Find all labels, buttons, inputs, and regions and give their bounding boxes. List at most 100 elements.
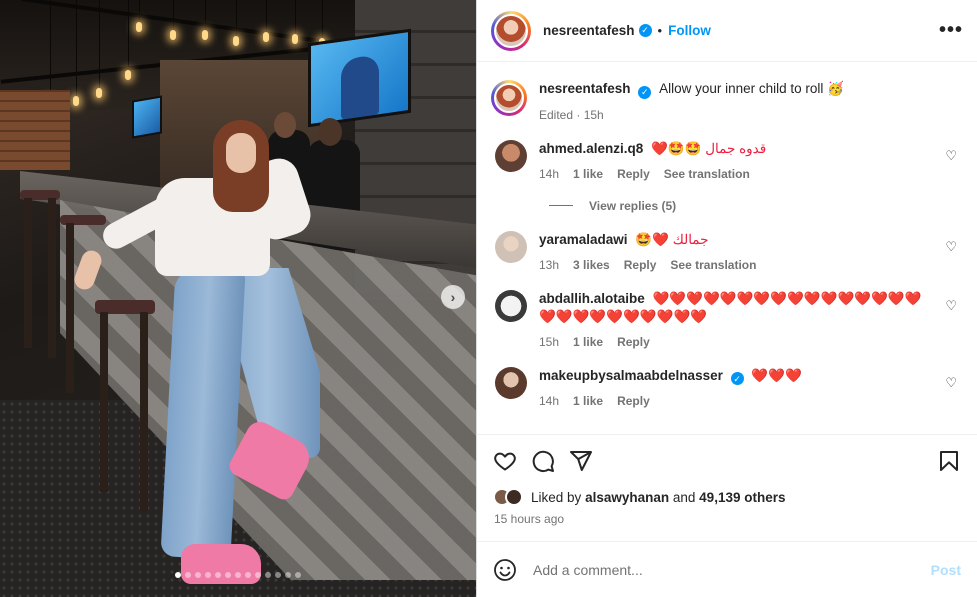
- comment-heart-icon[interactable]: ♡: [945, 148, 957, 164]
- carousel-dot[interactable]: [205, 572, 211, 578]
- comment-like-count[interactable]: 3 likes: [573, 258, 610, 272]
- see-translation-link[interactable]: See translation: [670, 258, 756, 272]
- string-bulb: [96, 88, 102, 98]
- comment-bubble-icon[interactable]: [531, 449, 555, 473]
- carousel-dot[interactable]: [245, 572, 251, 578]
- comment-item: yaramaladawi 🤩❤️ جمالك 13h 3 likes Reply…: [491, 230, 963, 272]
- liker-avatar[interactable]: [505, 488, 523, 506]
- comment-heart-icon[interactable]: ♡: [945, 298, 957, 314]
- carousel-dot[interactable]: [225, 572, 231, 578]
- liked-by-user[interactable]: alsawyhanan: [585, 490, 669, 505]
- caption-meta: Edited · 15h: [539, 108, 963, 122]
- comment-line: yaramaladawi 🤩❤️ جمالك: [539, 231, 963, 249]
- post-timestamp[interactable]: 15 hours ago: [477, 508, 977, 534]
- post-comment-button[interactable]: Post: [931, 562, 961, 578]
- see-translation-link[interactable]: See translation: [664, 167, 750, 181]
- reply-button[interactable]: Reply: [617, 335, 650, 349]
- carousel-dot[interactable]: [195, 572, 201, 578]
- reply-button[interactable]: Reply: [617, 167, 650, 181]
- caption-avatar-ring[interactable]: [491, 80, 527, 116]
- carousel-dot[interactable]: [215, 572, 221, 578]
- replies-divider-line: [549, 205, 573, 206]
- caption-username[interactable]: nesreentafesh: [539, 81, 631, 96]
- bar-stool-leg: [24, 198, 32, 348]
- comment-line: makeupbysalmaabdelnasser ✓ ❤️❤️❤️: [539, 367, 963, 385]
- string-bulb: [125, 70, 131, 80]
- bulb-wire: [266, 0, 267, 32]
- carousel-dot[interactable]: [175, 572, 181, 578]
- share-send-icon[interactable]: [569, 449, 593, 473]
- chevron-right-icon: ›: [450, 289, 456, 305]
- brick-wall: [0, 90, 70, 170]
- post-photo[interactable]: ›: [0, 0, 476, 597]
- add-comment-input[interactable]: [533, 561, 931, 578]
- bar-stool-leg: [100, 312, 108, 492]
- bar-stool-leg: [48, 198, 56, 358]
- others-like-count[interactable]: 49,139 others: [699, 490, 785, 505]
- commenter-avatar[interactable]: [495, 139, 527, 172]
- carousel-dot[interactable]: [255, 572, 261, 578]
- comment-text: ❤️🤩🤩 قدوه جمال: [651, 140, 767, 156]
- comment-username[interactable]: abdallih.alotaibe: [539, 291, 645, 306]
- bartender-head: [274, 112, 296, 138]
- follow-button[interactable]: Follow: [668, 23, 711, 38]
- carousel-indicator: [0, 572, 476, 578]
- caption-text: Allow your inner child to roll 🥳: [659, 81, 844, 96]
- comment-like-count[interactable]: 1 like: [573, 335, 603, 349]
- comment-body: makeupbysalmaabdelnasser ✓ ❤️❤️❤️ 14h 1 …: [539, 367, 963, 409]
- more-options-icon[interactable]: •••: [939, 19, 963, 42]
- comment-meta: 13h 3 likes Reply See translation: [539, 258, 963, 272]
- bulb-wire: [205, 0, 206, 30]
- commenter-avatar[interactable]: [495, 289, 527, 322]
- view-replies-button[interactable]: View replies (5): [549, 199, 963, 213]
- liker-avatars: [493, 488, 523, 506]
- like-heart-icon[interactable]: [493, 449, 517, 473]
- caption-edited-time: Edited · 15h: [539, 107, 604, 122]
- string-bulb: [170, 30, 176, 40]
- comment-time: 13h: [539, 257, 560, 272]
- likes-summary: Liked by alsawyhanan and 49,139 others: [477, 486, 977, 508]
- comment-username[interactable]: makeupbysalmaabdelnasser: [539, 368, 723, 383]
- reply-button[interactable]: Reply: [624, 258, 657, 272]
- comment-body: ahmed.alenzi.q8 ❤️🤩🤩 قدوه جمال 14h 1 lik…: [539, 140, 963, 181]
- comment-item: makeupbysalmaabdelnasser ✓ ❤️❤️❤️ 14h 1 …: [491, 366, 963, 409]
- bulb-wire: [76, 0, 77, 96]
- carousel-dot[interactable]: [275, 572, 281, 578]
- comments-list[interactable]: nesreentafesh ✓ Allow your inner child t…: [477, 62, 977, 434]
- comment-heart-icon[interactable]: ♡: [945, 375, 957, 391]
- comment-text: ❤️❤️❤️: [751, 367, 802, 383]
- carousel-dot[interactable]: [265, 572, 271, 578]
- bar-stool-leg: [140, 312, 148, 512]
- carousel-dot[interactable]: [235, 572, 241, 578]
- comment-body: abdallih.alotaibe ❤️❤️❤️❤️❤️❤️❤️❤️❤️❤️❤️…: [539, 290, 963, 349]
- comment-heart-icon[interactable]: ♡: [945, 239, 957, 255]
- carousel-dot[interactable]: [295, 572, 301, 578]
- caption-line: nesreentafesh ✓ Allow your inner child t…: [539, 80, 963, 99]
- emoji-icon[interactable]: [493, 558, 517, 582]
- comment-like-count[interactable]: 1 like: [573, 167, 603, 181]
- comment-meta: 14h 1 like Reply: [539, 394, 963, 408]
- bookmark-save-icon[interactable]: [937, 449, 961, 473]
- comment-username[interactable]: ahmed.alenzi.q8: [539, 141, 643, 156]
- wall-tv: [308, 28, 411, 128]
- reply-button[interactable]: Reply: [617, 394, 650, 408]
- carousel-dot[interactable]: [185, 572, 191, 578]
- commenter-avatar[interactable]: [495, 230, 527, 263]
- bulb-wire: [128, 0, 129, 70]
- caption-avatar: [494, 83, 524, 113]
- verified-badge-icon: ✓: [730, 372, 744, 385]
- comment-username[interactable]: yaramaladawi: [539, 232, 628, 247]
- comment-meta: 14h 1 like Reply See translation: [539, 167, 963, 181]
- commenter-avatar[interactable]: [495, 366, 527, 399]
- comment-like-count[interactable]: 1 like: [573, 394, 603, 408]
- bulb-wire: [173, 0, 174, 30]
- carousel-next-button[interactable]: ›: [441, 285, 465, 309]
- author-avatar-ring[interactable]: [491, 10, 531, 51]
- instagram-post-modal: › nesreentafesh ✓ • Follow ••• nesreenta…: [0, 0, 977, 597]
- bar-stool-leg: [66, 223, 74, 393]
- post-caption: nesreentafesh ✓ Allow your inner child t…: [491, 62, 963, 122]
- carousel-dot[interactable]: [285, 572, 291, 578]
- author-username[interactable]: nesreentafesh: [543, 23, 635, 38]
- string-bulb: [202, 30, 208, 40]
- bulb-wire: [236, 0, 237, 36]
